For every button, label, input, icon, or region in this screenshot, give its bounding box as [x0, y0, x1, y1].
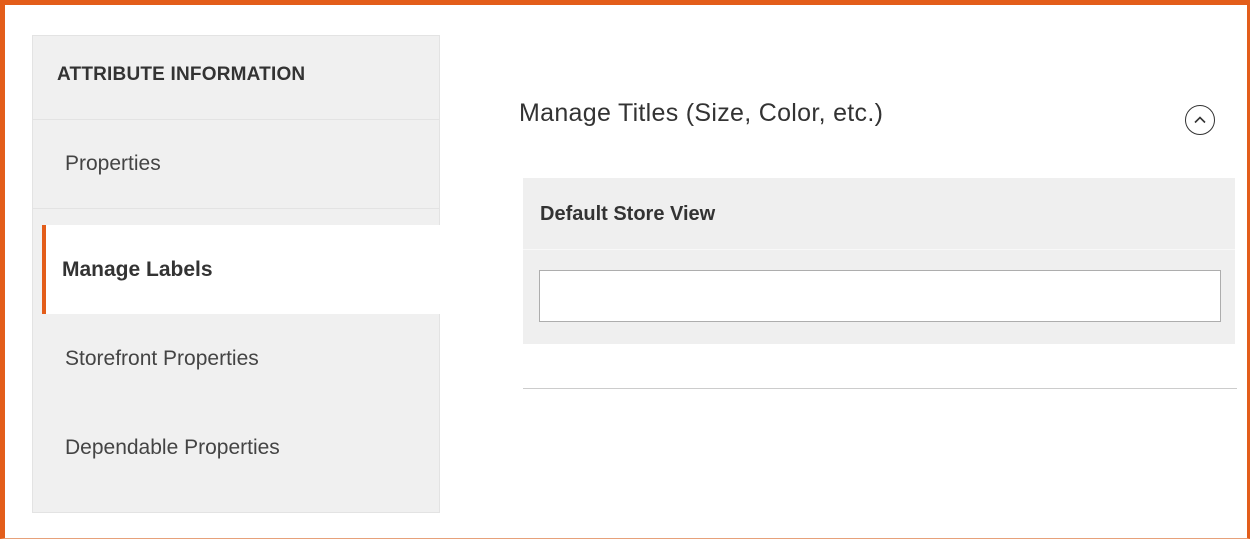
column-header-default-store-view: Default Store View — [523, 178, 1235, 250]
page-frame: ATTRIBUTE INFORMATION Properties Manage … — [0, 0, 1250, 539]
chevron-up-circle-icon — [1194, 116, 1206, 124]
sidebar-item-dependable-properties[interactable]: Dependable Properties — [33, 403, 439, 492]
attribute-sidebar: ATTRIBUTE INFORMATION Properties Manage … — [32, 35, 440, 513]
sidebar-item-label: Manage Labels — [62, 257, 213, 281]
sidebar-item-properties[interactable]: Properties — [33, 120, 439, 209]
titles-table: Default Store View — [523, 178, 1235, 344]
collapse-section-button[interactable] — [1185, 105, 1215, 135]
sidebar-item-label: Properties — [65, 152, 161, 175]
sidebar-title: ATTRIBUTE INFORMATION — [33, 36, 439, 120]
section-divider — [523, 388, 1237, 389]
sidebar-item-manage-labels[interactable]: Manage Labels — [42, 225, 440, 314]
sidebar-item-label: Dependable Properties — [65, 435, 280, 459]
sidebar-item-storefront-properties[interactable]: Storefront Properties — [33, 314, 439, 403]
section-title: Manage Titles (Size, Color, etc.) — [519, 99, 884, 127]
default-store-view-title-input[interactable] — [539, 270, 1221, 322]
manage-titles-section: Manage Titles (Size, Color, etc.) Defaul… — [519, 35, 1237, 395]
table-cell — [523, 250, 1235, 322]
sidebar-item-label: Storefront Properties — [65, 346, 259, 370]
